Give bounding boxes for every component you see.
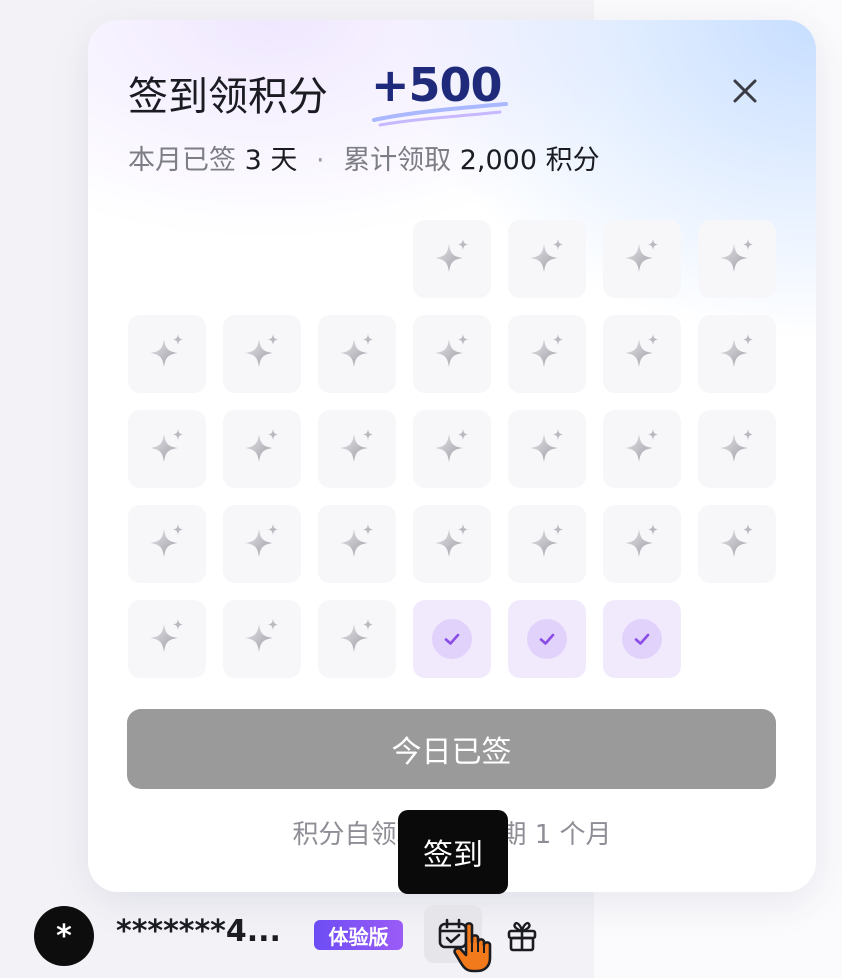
calendar-day <box>508 505 586 583</box>
check-in-tooltip: 签到 <box>398 810 508 894</box>
calendar-day <box>413 410 491 488</box>
sparkle-star-icon <box>239 426 285 472</box>
calendar-day <box>128 600 206 678</box>
calendar-day <box>128 505 206 583</box>
calendar-day <box>223 315 301 393</box>
calendar-day <box>128 315 206 393</box>
calendar-day <box>413 505 491 583</box>
calendar-day <box>698 315 776 393</box>
gift-icon <box>507 921 537 952</box>
hand-pointer-icon <box>453 922 492 973</box>
sparkle-star-icon <box>429 521 475 567</box>
calendar-day <box>128 410 206 488</box>
calendar-day <box>223 410 301 488</box>
summary-separator: · <box>315 145 325 176</box>
calendar-day <box>698 220 776 298</box>
calendar-day <box>603 315 681 393</box>
calendar-day <box>318 315 396 393</box>
sparkle-star-icon <box>239 331 285 377</box>
sparkle-star-icon <box>239 521 285 567</box>
sparkle-star-icon <box>524 521 570 567</box>
calendar-day <box>318 600 396 678</box>
calendar-day <box>413 220 491 298</box>
summary-prefix: 本月已签 <box>128 145 236 176</box>
sparkle-star-icon <box>144 426 190 472</box>
close-icon[interactable] <box>726 72 764 110</box>
sparkle-star-icon <box>144 616 190 662</box>
check-circle-icon <box>432 619 472 659</box>
sparkle-star-icon <box>144 521 190 567</box>
sparkle-star-icon <box>714 521 760 567</box>
calendar-day <box>603 505 681 583</box>
summary-total-value: 2,000 积分 <box>459 145 600 176</box>
calendar-day <box>318 505 396 583</box>
sparkle-star-icon <box>714 426 760 472</box>
calendar-day <box>508 315 586 393</box>
calendar-day-signed <box>508 600 586 678</box>
username[interactable]: *******4... <box>116 914 281 949</box>
sparkle-star-icon <box>239 616 285 662</box>
check-circle-icon <box>527 619 567 659</box>
calendar-day <box>603 220 681 298</box>
calendar-day <box>508 410 586 488</box>
sparkle-star-icon <box>619 521 665 567</box>
summary-total-label: 累计领取 <box>343 145 452 176</box>
sparkle-star-icon <box>429 331 475 377</box>
sparkle-star-icon <box>334 521 380 567</box>
calendar-grid <box>128 220 776 678</box>
calendar-day <box>698 410 776 488</box>
sparkle-star-icon <box>429 236 475 282</box>
calendar-blank-cell <box>128 220 206 298</box>
sparkle-star-icon <box>619 236 665 282</box>
check-in-panel: 签到领积分 +500 本月已签 3 天 · 累计领取 2,000 积分 今日已签… <box>88 20 816 892</box>
calendar-day <box>318 410 396 488</box>
sparkle-star-icon <box>334 426 380 472</box>
calendar-day <box>413 315 491 393</box>
check-circle-icon <box>622 619 662 659</box>
sparkle-star-icon <box>524 331 570 377</box>
bonus-underline-icon <box>372 102 508 127</box>
avatar[interactable]: * <box>34 906 94 966</box>
calendar-day <box>698 505 776 583</box>
calendar-day-signed <box>603 600 681 678</box>
calendar-day-signed <box>413 600 491 678</box>
sparkle-star-icon <box>714 236 760 282</box>
sparkle-star-icon <box>619 331 665 377</box>
sparkle-star-icon <box>334 331 380 377</box>
panel-title: 签到领积分 <box>128 74 328 120</box>
calendar-day <box>603 410 681 488</box>
sparkle-star-icon <box>619 426 665 472</box>
summary-days: 3 天 <box>244 145 298 176</box>
calendar-blank-cell <box>223 220 301 298</box>
calendar-day <box>223 600 301 678</box>
gift-button[interactable] <box>500 914 544 958</box>
sparkle-star-icon <box>524 236 570 282</box>
sparkle-star-icon <box>714 331 760 377</box>
sign-in-summary: 本月已签 3 天 · 累计领取 2,000 积分 <box>128 138 600 177</box>
trial-badge: 体验版 <box>314 920 403 950</box>
sparkle-star-icon <box>334 616 380 662</box>
calendar-blank-cell <box>318 220 396 298</box>
sparkle-star-icon <box>524 426 570 472</box>
signed-today-button[interactable]: 今日已签 <box>127 709 776 789</box>
calendar-day <box>508 220 586 298</box>
sparkle-star-icon <box>144 331 190 377</box>
calendar-day <box>223 505 301 583</box>
sparkle-star-icon <box>429 426 475 472</box>
